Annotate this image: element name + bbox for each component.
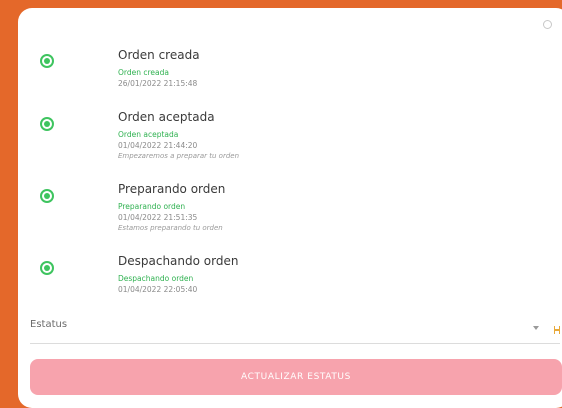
step-text: Preparando orden Preparando orden 01/04/… bbox=[118, 182, 225, 234]
step-status: Orden creada bbox=[118, 68, 169, 77]
step-text: Orden creada Orden creada 26/01/2022 21:… bbox=[118, 48, 200, 89]
radio-checked-icon bbox=[40, 117, 54, 131]
order-status-card: Orden creada Orden creada 26/01/2022 21:… bbox=[18, 8, 562, 408]
update-status-button[interactable]: ACTUALIZAR ESTATUS bbox=[30, 359, 562, 395]
step-datetime: 01/04/2022 21:44:20 bbox=[118, 141, 198, 150]
step-status: Despachando orden bbox=[118, 274, 194, 283]
step-note: Empezaremos a preparar tu orden bbox=[118, 152, 240, 160]
step-text: Orden aceptada Orden aceptada 01/04/2022… bbox=[118, 110, 239, 162]
step-title: Orden aceptada bbox=[118, 110, 215, 124]
dropdown-arrow-icon[interactable] bbox=[533, 326, 539, 330]
step-text: Despachando orden Despachando orden 01/0… bbox=[118, 254, 238, 295]
step-datetime: 26/01/2022 21:15:48 bbox=[118, 79, 198, 88]
step-datetime: 01/04/2022 22:05:40 bbox=[118, 285, 198, 294]
status-select-label[interactable]: Estatus bbox=[30, 319, 67, 330]
radio-checked-icon bbox=[40, 54, 54, 68]
status-select-underline bbox=[30, 343, 560, 344]
step-datetime: 01/04/2022 21:51:35 bbox=[118, 213, 198, 222]
step-title: Preparando orden bbox=[118, 182, 226, 196]
expand-icon bbox=[554, 326, 560, 334]
step-note: Estamos preparando tu orden bbox=[118, 224, 223, 232]
step-status: Preparando orden bbox=[118, 202, 186, 211]
radio-checked-icon bbox=[40, 189, 54, 203]
step-status: Orden aceptada bbox=[118, 130, 179, 139]
step-title: Despachando orden bbox=[118, 254, 239, 268]
step-title: Orden creada bbox=[118, 48, 200, 62]
settings-icon[interactable] bbox=[543, 20, 552, 29]
radio-checked-icon bbox=[40, 261, 54, 275]
